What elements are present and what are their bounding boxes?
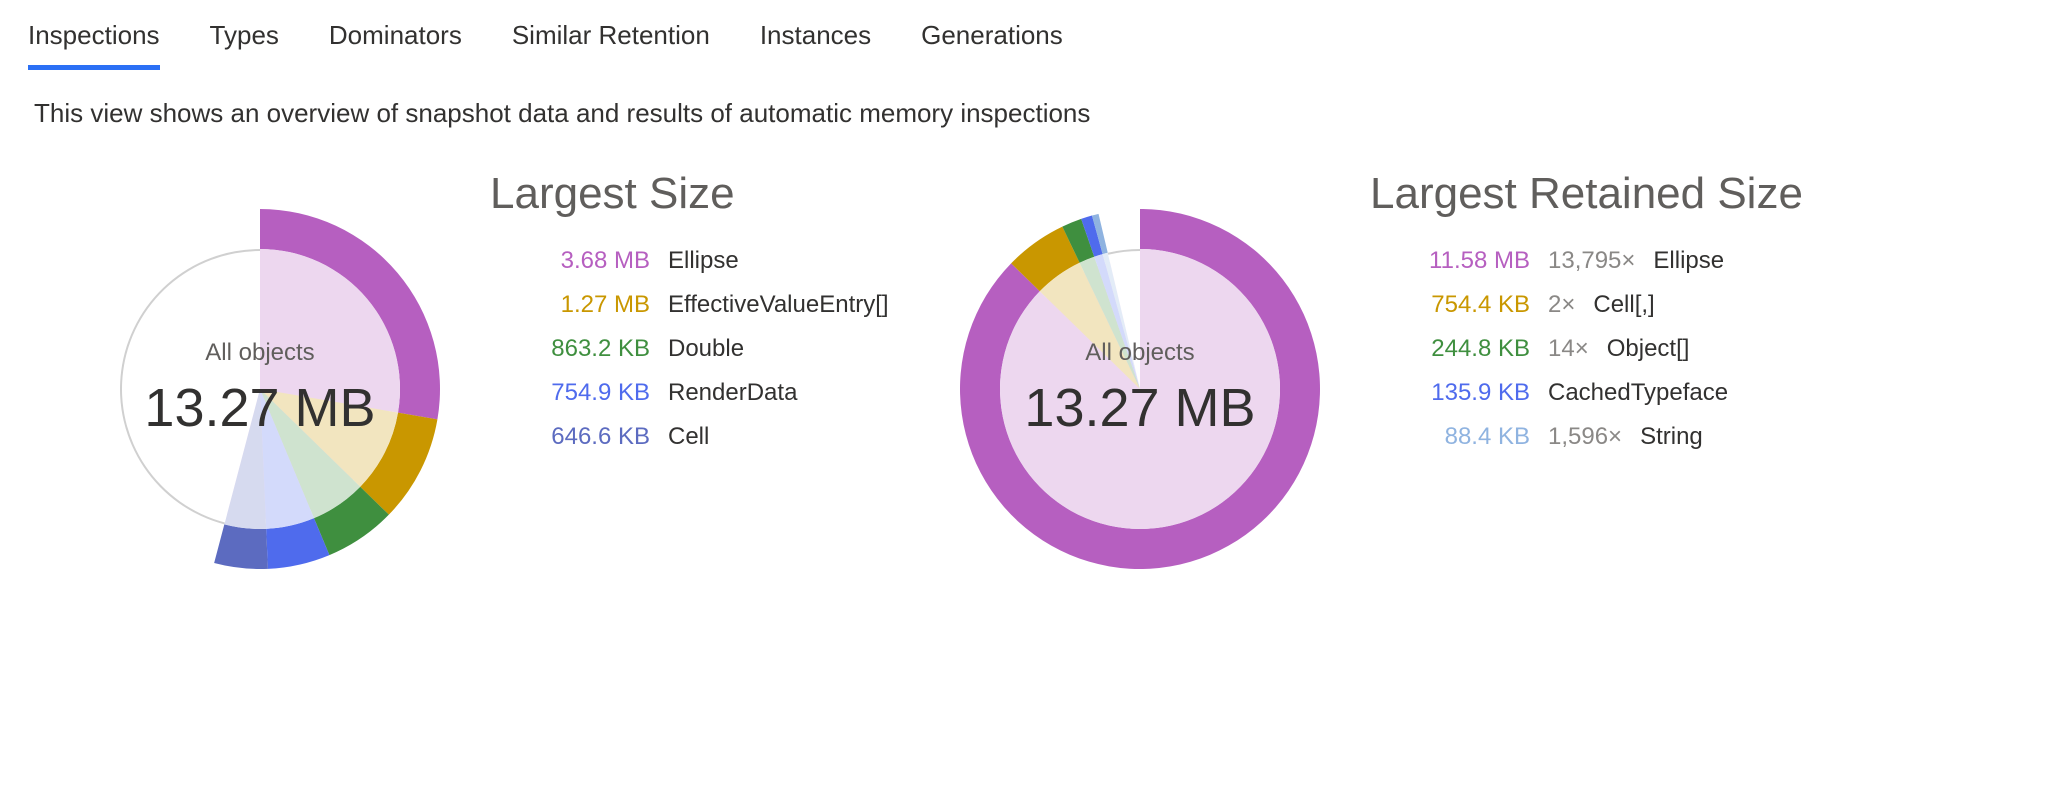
legend-size: 646.6 KB (530, 423, 650, 451)
legend-list: 3.68 MB Ellipse 1.27 MB EffectiveValueEntry… (530, 247, 890, 451)
legend-label: Object[] (1607, 335, 1690, 363)
legend-label: Cell (668, 423, 709, 451)
legend-label: String (1640, 423, 1703, 451)
legend-label: Ellipse (668, 247, 739, 275)
legend-row[interactable]: 1.27 MB EffectiveValueEntry[] (530, 291, 890, 319)
legend-size: 244.8 KB (1410, 335, 1530, 363)
legend-size: 863.2 KB (530, 335, 650, 363)
legend-count: 14× (1548, 335, 1589, 363)
legend-row[interactable]: 646.6 KB Cell (530, 423, 890, 451)
legend-row[interactable]: 244.8 KB 14× Object[] (1410, 335, 1803, 363)
tab-dominators[interactable]: Dominators (329, 20, 462, 70)
legend-label: CachedTypeface (1548, 379, 1728, 407)
legend-count: 2× (1548, 291, 1575, 319)
panels: All objects13.27 MB Largest Size 3.68 MB El… (0, 129, 2057, 579)
legend-label: Ellipse (1653, 247, 1724, 275)
legend-label: RenderData (668, 379, 797, 407)
slice-outer[interactable] (214, 524, 268, 569)
legend-count: 13,795× (1548, 247, 1635, 275)
chart-wrap: All objects13.27 MB (70, 199, 450, 579)
legend-label: EffectiveValueEntry[] (668, 291, 889, 319)
legend-label: Double (668, 335, 744, 363)
donut-chart (70, 199, 450, 579)
chart-side: Largest Retained Size 11.58 MB 13,795× Elli… (1370, 169, 1803, 467)
legend-row[interactable]: 754.4 KB 2× Cell[,] (1410, 291, 1803, 319)
tab-generations[interactable]: Generations (921, 20, 1063, 70)
tab-bar: Inspections Types Dominators Similar Retent… (0, 0, 2057, 70)
view-description: This view shows an overview of snapshot … (0, 70, 2057, 129)
panel: All objects13.27 MB Largest Size 3.68 MB El… (70, 169, 890, 579)
legend-row[interactable]: 135.9 KB CachedTypeface (1410, 379, 1803, 407)
legend-row[interactable]: 3.68 MB Ellipse (530, 247, 890, 275)
legend-row[interactable]: 754.9 KB RenderData (530, 379, 890, 407)
donut-chart (950, 199, 1330, 579)
legend-row[interactable]: 863.2 KB Double (530, 335, 890, 363)
chart-wrap: All objects13.27 MB (950, 199, 1330, 579)
tab-types[interactable]: Types (210, 20, 279, 70)
chart-side: Largest Size 3.68 MB Ellipse 1.27 MB Effecti… (490, 169, 890, 467)
tab-instances[interactable]: Instances (760, 20, 871, 70)
legend-label: Cell[,] (1593, 291, 1654, 319)
tab-similar-retention[interactable]: Similar Retention (512, 20, 710, 70)
legend-size: 135.9 KB (1410, 379, 1530, 407)
legend-size: 754.4 KB (1410, 291, 1530, 319)
legend-size: 88.4 KB (1410, 423, 1530, 451)
legend-list: 11.58 MB 13,795× Ellipse 754.4 KB 2× Cell[,] 2… (1410, 247, 1803, 451)
legend-size: 1.27 MB (530, 291, 650, 319)
legend-row[interactable]: 11.58 MB 13,795× Ellipse (1410, 247, 1803, 275)
legend-size: 3.68 MB (530, 247, 650, 275)
legend-size: 11.58 MB (1410, 247, 1530, 275)
legend-size: 754.9 KB (530, 379, 650, 407)
legend-row[interactable]: 88.4 KB 1,596× String (1410, 423, 1803, 451)
section-title: Largest Size (490, 169, 890, 219)
legend-count: 1,596× (1548, 423, 1622, 451)
tab-inspections[interactable]: Inspections (28, 20, 160, 70)
section-title: Largest Retained Size (1370, 169, 1803, 219)
panel: All objects13.27 MBLargest Retained Size… (950, 169, 1803, 579)
